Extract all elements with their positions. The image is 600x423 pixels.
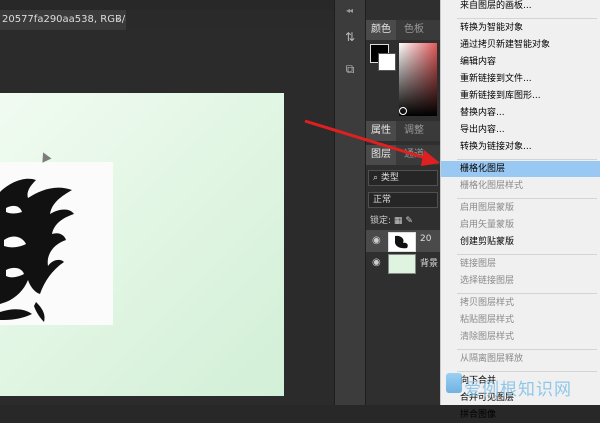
tab-swatches[interactable]: 色板	[404, 20, 424, 40]
menu-item-label: 粘贴图层样式	[460, 315, 515, 325]
tab-properties[interactable]: 属性	[366, 121, 396, 141]
menu-item-label: 转换为智能对象	[460, 23, 524, 33]
tab-adjustments[interactable]: 调整	[404, 121, 424, 141]
tab-color[interactable]: 颜色	[366, 20, 396, 40]
menu-item-label: 启用图层蒙版	[460, 203, 515, 213]
document-tab[interactable]: 20577fa290aa538, RGB/8) * ×	[0, 10, 144, 30]
menu-item: 从隔离图层释放	[441, 351, 600, 367]
menu-item: 栅格化图层样式	[441, 178, 600, 194]
filter-label: 类型	[380, 173, 399, 183]
lock-transparent-icon[interactable]: ▦	[394, 216, 403, 226]
eye-icon[interactable]: ◉	[372, 257, 381, 268]
menu-item-label: 拷贝图层样式	[460, 298, 515, 308]
menu-item[interactable]: 编辑内容	[441, 54, 600, 70]
menu-item-label: 编辑内容	[460, 57, 497, 67]
layer-name[interactable]: 20	[420, 234, 431, 244]
menu-item[interactable]: 重新链接到文件...	[441, 71, 600, 87]
menu-item-label: 重新链接到文件...	[460, 74, 532, 84]
eye-icon[interactable]: ◉	[372, 235, 381, 246]
menu-item-label: 清除图层样式	[460, 332, 515, 342]
menu-item-label: 链接图层	[460, 259, 497, 269]
menu-item[interactable]: 栅格化图层	[441, 161, 600, 177]
menu-item-label: 选择链接图层	[460, 276, 515, 286]
menu-item-label: 通过拷贝新建智能对象	[460, 40, 551, 50]
dragon-thumb-icon	[395, 235, 408, 249]
menu-item: 粘贴图层样式	[441, 312, 600, 328]
menu-item-label: 栅格化图层	[460, 164, 506, 174]
menu-separator	[457, 293, 597, 294]
layer-row-smart-object[interactable]: ◉ 20	[366, 230, 440, 252]
watermark-text: 爱例根知识网	[464, 380, 572, 400]
search-icon: ⌕	[373, 173, 379, 183]
watermark-logo	[446, 373, 462, 393]
background-color-swatch[interactable]	[378, 53, 396, 71]
history-icon[interactable]: ⇅	[341, 28, 359, 46]
context-menu: 来自图层的画板... 转换为智能对象通过拷贝新建智能对象 编辑内容重新链接到文件..…	[440, 0, 600, 420]
menu-separator	[457, 159, 597, 160]
menu-item: 启用图层蒙版	[441, 200, 600, 216]
blend-mode-value: 正常	[373, 195, 392, 205]
menu-item[interactable]: 重新链接到库图形...	[441, 88, 600, 104]
menu-item: 拷贝图层样式	[441, 295, 600, 311]
menu-item-label: 来自图层的画板...	[460, 1, 532, 11]
collapse-arrows-icon[interactable]: ◂◂	[346, 6, 353, 15]
menu-item-label: 启用矢量蒙版	[460, 220, 515, 230]
color-picker-field[interactable]	[399, 43, 437, 116]
menu-item-label: 导出内容...	[460, 125, 505, 135]
close-icon[interactable]: ×	[114, 10, 122, 30]
document-title: 20577fa290aa538, RGB/8) *	[2, 14, 144, 25]
menu-item-label: 拼合图像	[460, 410, 497, 420]
layer-name[interactable]: 背景	[420, 256, 438, 269]
menu-separator	[457, 198, 597, 199]
menu-item-label: 替换内容...	[460, 108, 505, 118]
menu-separator	[457, 18, 597, 19]
layer-thumbnail	[388, 254, 416, 274]
menu-item: 链接图层	[441, 256, 600, 272]
tab-channels[interactable]: 通道	[404, 145, 424, 165]
menu-item[interactable]: 通过拷贝新建智能对象	[441, 37, 600, 53]
menu-item: 启用矢量蒙版	[441, 217, 600, 233]
dragon-layer-image	[0, 162, 113, 325]
layer-row-background[interactable]: ◉ 背景	[366, 252, 440, 274]
layer-filter-select[interactable]: ⌕ 类型	[368, 170, 438, 186]
properties-panel-tabs: 属性 调整	[366, 121, 440, 141]
menu-item-label: 从隔离图层释放	[460, 354, 524, 364]
tab-layers[interactable]: 图层	[366, 145, 396, 165]
menu-item-label: 创建剪贴蒙版	[460, 237, 515, 247]
menu-item: 选择链接图层	[441, 273, 600, 289]
menu-item[interactable]: 导出内容...	[441, 122, 600, 138]
menu-item[interactable]: 创建剪贴蒙版	[441, 234, 600, 250]
lock-paint-icon[interactable]: ✎	[405, 216, 413, 226]
menu-item[interactable]: 转换为智能对象	[441, 20, 600, 36]
menu-item[interactable]: 拼合图像	[441, 407, 600, 423]
menu-item-label: 转换为链接对象...	[460, 142, 532, 152]
panel-dock-strip: ⇅ ⧉	[334, 0, 366, 405]
menu-separator	[457, 371, 597, 372]
dragon-icon	[0, 178, 74, 322]
tab-strip	[126, 10, 334, 30]
menu-item[interactable]: 来自图层的画板...	[441, 0, 600, 14]
blend-mode-select[interactable]: 正常	[368, 192, 438, 208]
menu-item[interactable]: 转换为链接对象...	[441, 139, 600, 155]
menu-separator	[457, 254, 597, 255]
properties-icon[interactable]: ⧉	[341, 60, 359, 78]
lock-label: 锁定: ▦ ✎	[370, 216, 413, 226]
menu-item[interactable]: 替换内容...	[441, 105, 600, 121]
color-picker-handle[interactable]	[399, 107, 407, 115]
menu-item-label: 栅格化图层样式	[460, 181, 524, 191]
menu-item: 清除图层样式	[441, 329, 600, 345]
menu-item-label: 重新链接到库图形...	[460, 91, 541, 101]
color-panel-tabs: 颜色 色板	[366, 20, 440, 40]
menu-separator	[457, 349, 597, 350]
layers-panel-tabs: 图层 通道	[366, 145, 440, 165]
layer-thumbnail	[388, 232, 416, 252]
